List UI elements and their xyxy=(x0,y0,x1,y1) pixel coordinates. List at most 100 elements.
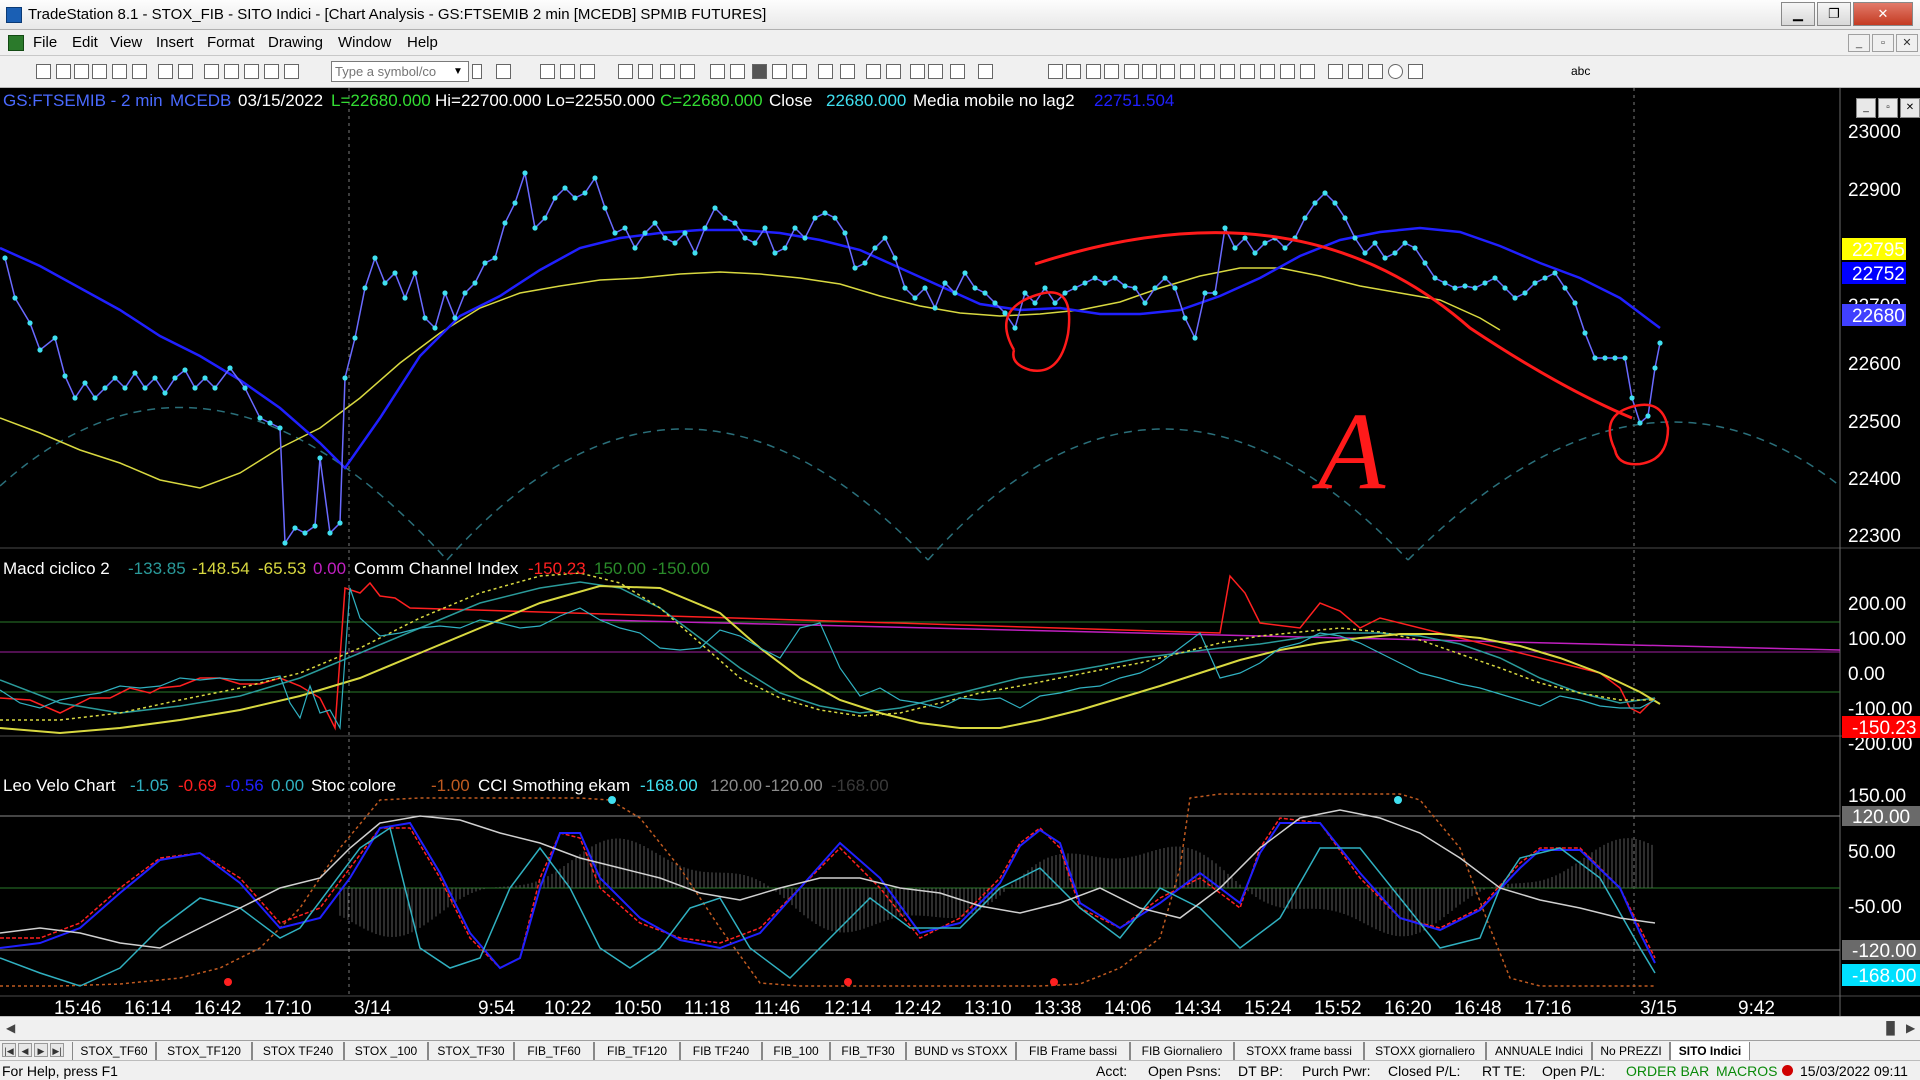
print-icon[interactable] xyxy=(158,64,173,79)
bar-interval-left-icon[interactable] xyxy=(818,64,833,79)
tab-fib-tf30[interactable]: FIB_TF30 xyxy=(830,1042,906,1060)
ellipse-tool-icon[interactable] xyxy=(1388,64,1403,79)
chart-analysis-window[interactable]: A GS:FTSEMIB - 2 min MCEDB 03/15/2022 L=… xyxy=(0,88,1920,1024)
showme-icon[interactable] xyxy=(730,64,745,79)
tab-fib-tf120[interactable]: FIB_TF120 xyxy=(594,1042,680,1060)
trend-angle-icon[interactable] xyxy=(1300,64,1315,79)
minimize-button[interactable]: ▁ xyxy=(1781,2,1815,26)
menu-edit[interactable]: Edit xyxy=(72,34,98,51)
scroll-left-icon[interactable]: ◀ xyxy=(6,1021,15,1035)
tab-stox-tf60[interactable]: STOX_TF60 xyxy=(72,1042,156,1060)
mdi-close-button[interactable]: ✕ xyxy=(1896,34,1918,52)
window-arrange-icon[interactable] xyxy=(244,64,259,79)
tab-sito-indici[interactable]: SITO Indici xyxy=(1670,1042,1750,1060)
trendline-icon[interactable] xyxy=(1048,64,1063,79)
time-cycle-icon[interactable] xyxy=(1180,64,1195,79)
regression-channel-icon[interactable] xyxy=(1220,64,1235,79)
status-order-bar[interactable]: ORDER BAR xyxy=(1626,1063,1709,1079)
paintbar-icon[interactable] xyxy=(752,64,767,79)
print-preview-icon[interactable] xyxy=(178,64,193,79)
horizontal-lines-icon[interactable] xyxy=(1086,64,1101,79)
format-analysis-icon[interactable] xyxy=(638,64,653,79)
tab-prev-icon[interactable]: ◀ xyxy=(18,1043,32,1057)
menu-drawing[interactable]: Drawing xyxy=(268,34,323,51)
zoom-in-icon[interactable] xyxy=(866,64,881,79)
parallel-lines-icon[interactable] xyxy=(1066,64,1081,79)
tab-first-icon[interactable]: |◀ xyxy=(2,1043,16,1057)
fibonacci-icon[interactable] xyxy=(1260,64,1275,79)
tab-annuale-indici[interactable]: ANNUALE Indici xyxy=(1486,1042,1592,1060)
andrews-pitchfork-icon[interactable] xyxy=(1200,64,1215,79)
save-all-icon[interactable] xyxy=(112,64,127,79)
menu-window[interactable]: Window xyxy=(338,34,391,51)
tab-last-icon[interactable]: ▶| xyxy=(50,1043,64,1057)
bar-chart-style-icon[interactable] xyxy=(540,64,555,79)
open-workspace-icon[interactable] xyxy=(74,64,89,79)
text-tool-icon[interactable]: abc xyxy=(1571,64,1590,78)
open-icon[interactable] xyxy=(56,64,71,79)
tab-stoxx-frame-bassi[interactable]: STOXX frame bassi xyxy=(1234,1042,1364,1060)
bar-interval-right-icon[interactable] xyxy=(840,64,855,79)
tab-fib-100[interactable]: FIB_100 xyxy=(762,1042,830,1060)
hammer-tool-icon[interactable] xyxy=(950,64,965,79)
data-tips-icon[interactable] xyxy=(928,64,943,79)
symbol-dropdown-icon[interactable]: ▼ xyxy=(448,62,468,81)
tab-bund-vs-stoxx[interactable]: BUND vs STOXX xyxy=(906,1042,1016,1060)
chart-document-icon[interactable] xyxy=(8,35,24,51)
tab-fib-frame-bassi[interactable]: FIB Frame bassi xyxy=(1016,1042,1130,1060)
tab-stox-tf120[interactable]: STOX_TF120 xyxy=(156,1042,252,1060)
fib-retracement-icon[interactable] xyxy=(1104,64,1119,79)
curve-tool-icon[interactable] xyxy=(1328,64,1343,79)
fib-fan-icon[interactable] xyxy=(1124,64,1139,79)
tab-stox-tf240[interactable]: STOX TF240 xyxy=(252,1042,344,1060)
pen-icon[interactable] xyxy=(1280,64,1295,79)
tab-fib-tf240[interactable]: FIB TF240 xyxy=(680,1042,762,1060)
window-cascade-icon[interactable] xyxy=(204,64,219,79)
probability-map-icon[interactable] xyxy=(772,64,787,79)
chart-minimize-button[interactable]: _ xyxy=(1856,98,1876,118)
rectangle-tool-icon[interactable] xyxy=(1408,64,1423,79)
tab-fib-giornaliero[interactable]: FIB Giornaliero xyxy=(1130,1042,1234,1060)
gann-fan-icon[interactable] xyxy=(1142,64,1157,79)
chart-restore-button[interactable]: ▫ xyxy=(1878,98,1898,118)
tab-stoxx-giornaliero[interactable]: STOXX giornaliero xyxy=(1364,1042,1486,1060)
line-style-icon[interactable] xyxy=(580,64,595,79)
menu-format[interactable]: Format xyxy=(207,34,255,51)
window-layout-icon[interactable] xyxy=(264,64,279,79)
speed-lines-icon[interactable] xyxy=(1160,64,1175,79)
symbol-lookup-icon[interactable] xyxy=(496,64,511,79)
menu-insert[interactable]: Insert xyxy=(156,34,194,51)
tab-no-prezzi[interactable]: No PREZZI xyxy=(1592,1042,1670,1060)
remove-analysis-icon[interactable] xyxy=(660,64,675,79)
tab-next-icon[interactable]: ▶ xyxy=(34,1043,48,1057)
zoom-out-icon[interactable] xyxy=(886,64,901,79)
pointer-icon[interactable] xyxy=(910,64,925,79)
status-macros[interactable]: MACROS xyxy=(1716,1063,1777,1079)
strategy-icon[interactable] xyxy=(680,64,695,79)
candle-style-icon[interactable] xyxy=(560,64,575,79)
menu-view[interactable]: View xyxy=(110,34,142,51)
close-doc-icon[interactable] xyxy=(132,64,147,79)
chart-close-button[interactable]: ✕ xyxy=(1900,98,1920,118)
mdi-restore-button[interactable]: ▫ xyxy=(1872,34,1894,52)
window-tile-icon[interactable] xyxy=(224,64,239,79)
arrow-up-icon[interactable] xyxy=(1368,64,1383,79)
close-button[interactable]: ✕ xyxy=(1853,2,1913,26)
menu-file[interactable]: File xyxy=(33,34,57,51)
measure-icon[interactable] xyxy=(978,64,993,79)
tab-stox-100[interactable]: STOX _100 xyxy=(344,1042,428,1060)
save-icon[interactable] xyxy=(92,64,107,79)
chart-canvas[interactable]: A GS:FTSEMIB - 2 min MCEDB 03/15/2022 L=… xyxy=(0,88,1920,1024)
tab-fib-tf60[interactable]: FIB_TF60 xyxy=(514,1042,594,1060)
arrow-down-icon[interactable] xyxy=(1348,64,1363,79)
arc-icon[interactable] xyxy=(1240,64,1255,79)
activity-bar-icon[interactable] xyxy=(792,64,807,79)
restore-button[interactable]: ❐ xyxy=(1817,2,1851,26)
indicator-icon[interactable] xyxy=(710,64,725,79)
mdi-minimize-button[interactable]: _ xyxy=(1848,34,1870,52)
tab-stox-tf30[interactable]: STOX_TF30 xyxy=(428,1042,514,1060)
horizontal-scrollbar[interactable]: ◀ ▐▌ ▶ xyxy=(0,1016,1920,1040)
scroll-right-icon[interactable]: ▶ xyxy=(1906,1021,1915,1035)
color-palette-icon[interactable] xyxy=(284,64,299,79)
new-icon[interactable] xyxy=(36,64,51,79)
